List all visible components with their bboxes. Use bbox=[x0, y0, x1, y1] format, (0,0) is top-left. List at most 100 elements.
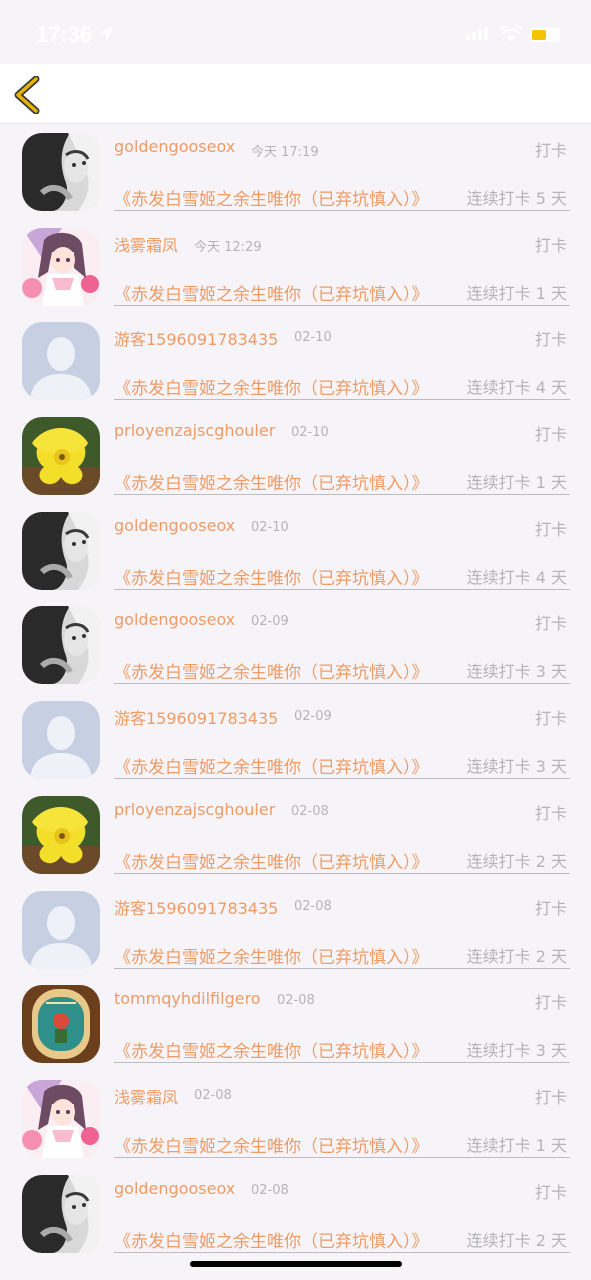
divider bbox=[114, 304, 570, 306]
avatar[interactable] bbox=[22, 227, 100, 306]
divider bbox=[114, 872, 570, 874]
avatar[interactable] bbox=[22, 701, 100, 780]
streak-count: 连续打卡 1 天 bbox=[466, 283, 567, 303]
username[interactable]: 游客1596091783435 bbox=[114, 326, 278, 350]
back-button[interactable] bbox=[10, 76, 44, 114]
list-item[interactable]: 浅雾霜凤 02-08 打卡 《赤发白雪姬之余生唯你（已弃坑慎入）》 连续打卡 1 天 bbox=[0, 1072, 591, 1167]
streak-count: 连续打卡 3 天 bbox=[466, 1041, 567, 1061]
streak-count: 连续打卡 3 天 bbox=[466, 757, 567, 777]
status-time: 17:36 bbox=[36, 22, 93, 47]
book-title-link[interactable]: 《赤发白雪姬之余生唯你（已弃坑慎入）》 bbox=[114, 564, 429, 589]
nav-bar bbox=[0, 64, 591, 124]
checkin-label: 打卡 bbox=[534, 1087, 567, 1107]
book-title-link[interactable]: 《赤发白雪姬之余生唯你（已弃坑慎入）》 bbox=[114, 1227, 429, 1252]
checkin-label: 打卡 bbox=[534, 898, 567, 918]
checkin-label: 打卡 bbox=[534, 709, 567, 729]
book-title-link[interactable]: 《赤发白雪姬之余生唯你（已弃坑慎入）》 bbox=[114, 848, 429, 873]
username[interactable]: prloyenzajscghouler bbox=[114, 421, 275, 440]
book-title-link[interactable]: 《赤发白雪姬之余生唯你（已弃坑慎入）》 bbox=[114, 1037, 429, 1062]
avatar[interactable] bbox=[22, 1174, 100, 1253]
avatar[interactable] bbox=[22, 795, 100, 874]
streak-count: 连续打卡 4 天 bbox=[466, 378, 567, 398]
streak-count: 连续打卡 2 天 bbox=[466, 851, 567, 871]
username[interactable]: goldengooseox bbox=[114, 610, 235, 629]
list-item[interactable]: 游客1596091783435 02-09 打卡 《赤发白雪姬之余生唯你（已弃坑慎入）… bbox=[0, 693, 591, 788]
checkin-time: 02-10 bbox=[294, 330, 332, 346]
wifi-icon bbox=[500, 26, 522, 41]
book-title-link[interactable]: 《赤发白雪姬之余生唯你（已弃坑慎入）》 bbox=[114, 1132, 429, 1157]
avatar[interactable] bbox=[22, 417, 100, 496]
streak-count: 连续打卡 2 天 bbox=[466, 1230, 567, 1250]
divider bbox=[114, 210, 570, 211]
battery-icon bbox=[530, 28, 560, 42]
book-title-link[interactable]: 《赤发白雪姬之余生唯你（已弃坑慎入）》 bbox=[114, 943, 429, 968]
avatar[interactable] bbox=[22, 985, 100, 1064]
list-item[interactable]: prloyenzajscghouler 02-10 打卡《赤发白雪姬之余生唯你（已弃… bbox=[0, 409, 591, 504]
checkin-label: 打卡 bbox=[534, 235, 567, 255]
checkin-label: 打卡 bbox=[534, 330, 567, 350]
book-title-link[interactable]: 《赤发白雪姬之余生唯你（已弃坑慎入）》 bbox=[114, 374, 429, 399]
checkin-label: 打卡 bbox=[534, 141, 567, 160]
avatar[interactable] bbox=[22, 511, 100, 590]
checkin-time: 今天 12:29 bbox=[194, 239, 262, 255]
checkin-time: 02-08 bbox=[291, 803, 329, 819]
list-item[interactable]: goldengooseox 今天 17:19 打卡《赤发白雪姬之余生唯你（已弃坑慎入… bbox=[0, 125, 591, 220]
divider bbox=[114, 967, 570, 969]
divider bbox=[114, 778, 570, 780]
username[interactable]: goldengooseox bbox=[114, 516, 235, 535]
avatar[interactable] bbox=[22, 322, 100, 401]
checkin-time: 02-09 bbox=[251, 614, 289, 630]
divider bbox=[114, 1251, 570, 1253]
list-item[interactable]: 游客1596091783435 02-08 打卡《赤发白雪姬之余生唯你（已弃坑慎入）… bbox=[0, 883, 591, 978]
username[interactable]: tommqyhdilfilgero bbox=[114, 989, 261, 1008]
checkin-label: 打卡 bbox=[534, 425, 567, 445]
list-item[interactable]: prloyenzajscghouler 02-08 打卡《赤发白雪姬之余生唯你（已弃… bbox=[0, 788, 591, 883]
username[interactable]: goldengooseox bbox=[114, 137, 235, 156]
checkin-list: goldengooseox 今天 17:19 打卡 《赤发白雪姬之余生唯你（已弃坑慎入… bbox=[0, 125, 591, 1261]
username[interactable]: prloyenzajscghouler bbox=[114, 800, 275, 819]
divider bbox=[114, 494, 570, 496]
book-title-link[interactable]: 《赤发白雪姬之余生唯你（已弃坑慎入）》 bbox=[114, 658, 429, 683]
avatar[interactable] bbox=[22, 1079, 100, 1158]
divider bbox=[114, 1156, 570, 1158]
checkin-label: 打卡 bbox=[534, 519, 567, 539]
username[interactable]: goldengooseox bbox=[114, 1179, 235, 1198]
streak-count: 连续打卡 2 天 bbox=[466, 946, 567, 966]
checkin-label: 打卡 bbox=[534, 614, 567, 634]
checkin-time: 02-10 bbox=[291, 425, 329, 441]
avatar[interactable] bbox=[22, 890, 100, 969]
list-item[interactable]: 浅雾霜凤 今天 12:29 打卡《赤发白雪姬之余生唯你（已弃坑慎入）》 连续打卡 1 … bbox=[0, 220, 591, 315]
streak-count: 连续打卡 3 天 bbox=[466, 662, 567, 682]
username[interactable]: 浅雾霜凤 bbox=[114, 232, 178, 256]
home-indicator bbox=[190, 1261, 402, 1267]
checkin-time: 02-08 bbox=[294, 898, 332, 914]
checkin-label: 打卡 bbox=[534, 803, 567, 823]
list-item[interactable]: 游客1596091783435 02-10 打卡《赤发白雪姬之余生唯你（已弃坑慎入）… bbox=[0, 314, 591, 409]
username[interactable]: 游客1596091783435 bbox=[114, 895, 278, 919]
streak-count: 连续打卡 1 天 bbox=[466, 1135, 567, 1155]
checkin-time: 今天 17:19 bbox=[251, 145, 319, 160]
book-title-link[interactable]: 《赤发白雪姬之余生唯你（已弃坑慎入）》 bbox=[114, 280, 429, 305]
username[interactable]: 游客1596091783435 bbox=[114, 705, 278, 729]
list-item[interactable]: tommqyhdilfilgero 02-08 打卡《赤发白雪姬之余生唯你（已弃坑慎… bbox=[0, 977, 591, 1072]
username[interactable]: 浅雾霜凤 bbox=[114, 1084, 178, 1108]
checkin-label: 打卡 bbox=[534, 1182, 567, 1202]
divider bbox=[114, 588, 570, 590]
location-arrow-icon bbox=[99, 27, 113, 41]
streak-count: 连续打卡 1 天 bbox=[466, 473, 567, 493]
checkin-label: 打卡 bbox=[534, 993, 567, 1013]
list-item[interactable]: goldengooseox 02-08 打卡《赤发白雪姬之余生唯你（已弃坑慎入）》 连… bbox=[0, 1167, 591, 1262]
book-title-link[interactable]: 《赤发白雪姬之余生唯你（已弃坑慎入）》 bbox=[114, 753, 429, 778]
divider bbox=[114, 399, 570, 401]
checkin-time: 02-10 bbox=[251, 519, 289, 535]
streak-count: 连续打卡 4 天 bbox=[466, 567, 567, 587]
checkin-time: 02-08 bbox=[251, 1182, 289, 1198]
list-item[interactable]: goldengooseox 02-09 打卡《赤发白雪姬之余生唯你（已弃坑慎入）》 连… bbox=[0, 598, 591, 693]
book-title-link[interactable]: 《赤发白雪姬之余生唯你（已弃坑慎入）》 bbox=[114, 469, 429, 494]
book-title-link[interactable]: 《赤发白雪姬之余生唯你（已弃坑慎入）》 bbox=[114, 185, 429, 210]
list-item[interactable]: goldengooseox 02-10 打卡《赤发白雪姬之余生唯你（已弃坑慎入）》 连… bbox=[0, 504, 591, 599]
avatar[interactable] bbox=[22, 133, 100, 211]
avatar[interactable] bbox=[22, 606, 100, 685]
checkin-time: 02-08 bbox=[277, 993, 315, 1009]
status-bar: 17:36 bbox=[0, 0, 591, 64]
